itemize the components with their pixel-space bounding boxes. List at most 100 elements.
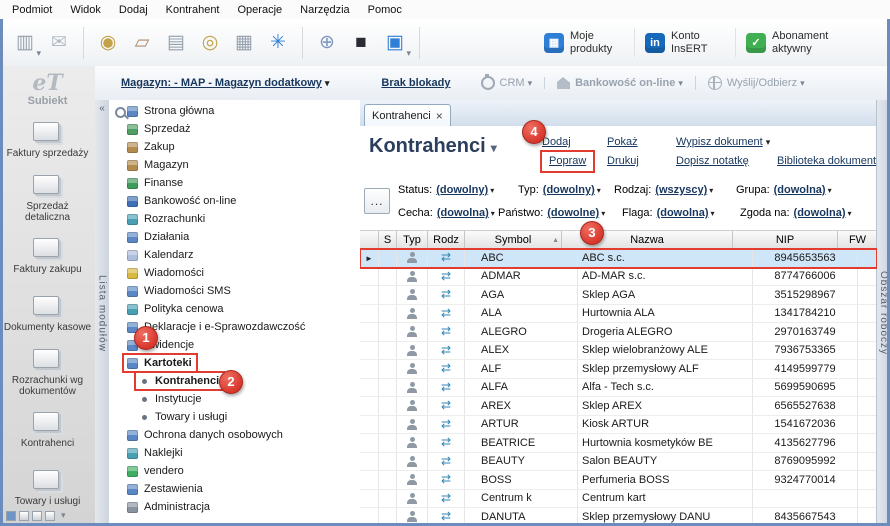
table-row-beatrice[interactable]: BEATRICEHurtownia kosmetyków BE413562779…	[360, 434, 877, 453]
tree-item-dzialania[interactable]: Działania	[109, 228, 360, 246]
table-row-alf[interactable]: ALFSklep przemysłowy ALF4149599779	[360, 360, 877, 379]
menu-narzedzia[interactable]: Narzędzia	[291, 2, 359, 18]
coins-icon[interactable]: ◎	[193, 25, 227, 61]
filter-value-status[interactable]: (dowolny)	[436, 184, 488, 196]
filter-value-zgoda-na[interactable]: (dowolna)	[794, 207, 846, 219]
workspace-strip[interactable]: Obszar roboczy	[876, 100, 890, 526]
table-row-boss[interactable]: BOSSPerfumeria BOSS9324770014	[360, 471, 877, 490]
filter-value-flaga[interactable]: (dowolna)	[657, 207, 709, 219]
tree-item-finanse[interactable]: Finanse	[109, 174, 360, 192]
filter-value-typ[interactable]: (dowolny)	[543, 184, 595, 196]
tab-kontrahenci[interactable]: Kontrahenci	[364, 104, 451, 126]
tree-item-rozrachunki[interactable]: Rozrachunki	[109, 210, 360, 228]
table-row-artur[interactable]: ARTURKiosk ARTUR1541672036	[360, 416, 877, 435]
column-header-symbol[interactable]: Symbol	[465, 231, 562, 248]
menu-operacje[interactable]: Operacje	[229, 2, 292, 18]
table-row-ala[interactable]: ALAHurtownia ALA1341784210	[360, 305, 877, 324]
filter-value-grupa[interactable]: (dowolna)	[774, 184, 826, 196]
table-row-alex[interactable]: ALEXSklep wielobranżowy ALE7936753365	[360, 342, 877, 361]
collapse-chevron-icon[interactable]	[95, 103, 109, 114]
services-icon[interactable]: ✳	[261, 25, 295, 61]
table-row-admar[interactable]: ADMARAD-MAR s.c.8774766006	[360, 268, 877, 287]
tree-item-sprzedaz[interactable]: Sprzedaż	[109, 120, 360, 138]
card-terminal-icon[interactable]: ▤	[159, 25, 193, 61]
tab-close-icon[interactable]	[436, 110, 443, 122]
link-dodaj[interactable]: Dodaj	[542, 133, 593, 152]
eraser-icon[interactable]: ▱	[125, 25, 159, 61]
sidebar-item-faktury-sprzedazy[interactable]: Faktury sprzedaży	[0, 112, 95, 170]
filter-value-panstwo[interactable]: (dowolne)	[547, 207, 599, 219]
tree-item-naklejki[interactable]: Naklejki	[109, 444, 360, 462]
tree-item-towary-i-uslugi[interactable]: Towary i usługi	[109, 408, 360, 426]
tree-item-ochrona-danych-osobowych[interactable]: Ochrona danych osobowych	[109, 426, 360, 444]
pager-icon[interactable]	[32, 511, 42, 521]
wyslij-odbierz-button[interactable]: Wyślij/Odbierz	[695, 76, 805, 90]
link-popraw[interactable]: Popraw	[542, 152, 593, 171]
link-dopisz-notatke[interactable]: Dopisz notatkę	[676, 152, 770, 171]
column-header-s[interactable]: S	[379, 231, 397, 248]
column-header-nip[interactable]: NIP	[733, 231, 838, 248]
link-pokaz[interactable]: Pokaż	[607, 133, 639, 152]
menu-pomoc[interactable]: Pomoc	[359, 2, 411, 18]
sidebar-item-rozrachunki-wg-dokumentow[interactable]: Rozrachunki wg dokumentów	[0, 344, 95, 402]
filter-value-rodzaj[interactable]: (wszyscy)	[655, 184, 707, 196]
sidebar-item-faktury-zakupu[interactable]: Faktury zakupu	[0, 228, 95, 286]
sidebar-item-sprzedaz-detaliczna[interactable]: Sprzedaż detaliczna	[0, 170, 95, 228]
menu-podmiot[interactable]: Podmiot	[3, 2, 61, 18]
link-drukuj[interactable]: Drukuj	[607, 152, 639, 171]
abonament-button[interactable]: ✓Abonament aktywny	[735, 28, 836, 57]
table-row-alfa[interactable]: ALFAAlfa - Tech s.c.5699590695	[360, 379, 877, 398]
tree-item-kalendarz[interactable]: Kalendarz	[109, 246, 360, 264]
cash-register-icon[interactable]: ▦	[227, 25, 261, 61]
pager-icon[interactable]	[19, 511, 29, 521]
search-icon[interactable]	[115, 107, 126, 118]
menu-widok[interactable]: Widok	[61, 2, 110, 18]
page-title[interactable]: Kontrahenci	[369, 135, 497, 158]
modules-strip[interactable]: Lista modułów	[95, 100, 110, 526]
konto-insert-button[interactable]: inKonto InsERT	[634, 28, 735, 57]
tree-item-polityka-cenowa[interactable]: Polityka cenowa	[109, 300, 360, 318]
chevron-down-icon[interactable]	[58, 510, 66, 521]
column-header-rodz[interactable]: Rodz	[428, 231, 465, 248]
tree-item-strona-glowna[interactable]: Strona główna	[109, 102, 360, 120]
sidebar-item-kontrahenci[interactable]: Kontrahenci	[0, 402, 95, 460]
table-row-beauty[interactable]: BEAUTYSalon BEAUTY8769095992	[360, 453, 877, 472]
magazyn-selector[interactable]: Magazyn: - MAP - Magazyn dodatkowy	[121, 77, 329, 89]
more-filters-button[interactable]: ...	[364, 188, 390, 214]
tree-item-vendero[interactable]: vendero	[109, 462, 360, 480]
filter-value-cecha[interactable]: (dowolna)	[437, 207, 489, 219]
table-row-alegro[interactable]: ALEGRODrogeria ALEGRO2970163749	[360, 323, 877, 342]
tree-item-bankowosc-on-line[interactable]: Bankowość on-line	[109, 192, 360, 210]
link-wypisz-dokument[interactable]: Wypisz dokument	[676, 133, 770, 152]
cube-icon[interactable]: ■	[344, 25, 378, 61]
tree-item-magazyn[interactable]: Magazyn	[109, 156, 360, 174]
globe-toolbar-icon[interactable]: ⊕	[310, 25, 344, 61]
menu-dodaj[interactable]: Dodaj	[110, 2, 157, 18]
tree-item-kartoteki[interactable]: Kartoteki	[109, 354, 360, 372]
tree-item-zakup[interactable]: Zakup	[109, 138, 360, 156]
module-pager[interactable]	[6, 510, 66, 521]
column-header-typ[interactable]: Typ	[397, 231, 428, 248]
mail-icon[interactable]: ✉	[42, 25, 76, 61]
pager-icon[interactable]	[6, 511, 16, 521]
crm-button[interactable]: CRM	[481, 76, 533, 90]
table-row-centrum-k[interactable]: Centrum kCentrum kart	[360, 490, 877, 509]
sidebar-item-dokumenty-kasowe[interactable]: Dokumenty kasowe	[0, 286, 95, 344]
table-row-arex[interactable]: AREXSklep AREX6565527638	[360, 397, 877, 416]
menu-kontrahent[interactable]: Kontrahent	[157, 2, 229, 18]
table-row-aga[interactable]: AGASklep AGA3515298967	[360, 286, 877, 305]
blokada-link[interactable]: Brak blokady	[381, 77, 450, 89]
devices-icon[interactable]: ▣	[378, 25, 412, 61]
column-header-fw[interactable]: FW	[838, 231, 877, 248]
payments-icon[interactable]: ◉	[91, 25, 125, 61]
bankowosc-button[interactable]: Bankowość on-line	[544, 77, 683, 89]
tree-item-administracja[interactable]: Administracja	[109, 498, 360, 516]
pager-icon[interactable]	[45, 511, 55, 521]
table-row-abc[interactable]: ABCABC s.c.8945653563	[360, 249, 877, 268]
tree-item-wiadomosci[interactable]: Wiadomości	[109, 264, 360, 282]
column-header-selector[interactable]	[360, 231, 379, 248]
tree-item-wiadomosci-sms[interactable]: Wiadomości SMS	[109, 282, 360, 300]
moje-produkty-button[interactable]: ▦Moje produkty	[534, 28, 634, 57]
tree-item-zestawienia[interactable]: Zestawienia	[109, 480, 360, 498]
table-row-danuta[interactable]: DANUTASklep przemysłowy DANU8435667543	[360, 508, 877, 526]
